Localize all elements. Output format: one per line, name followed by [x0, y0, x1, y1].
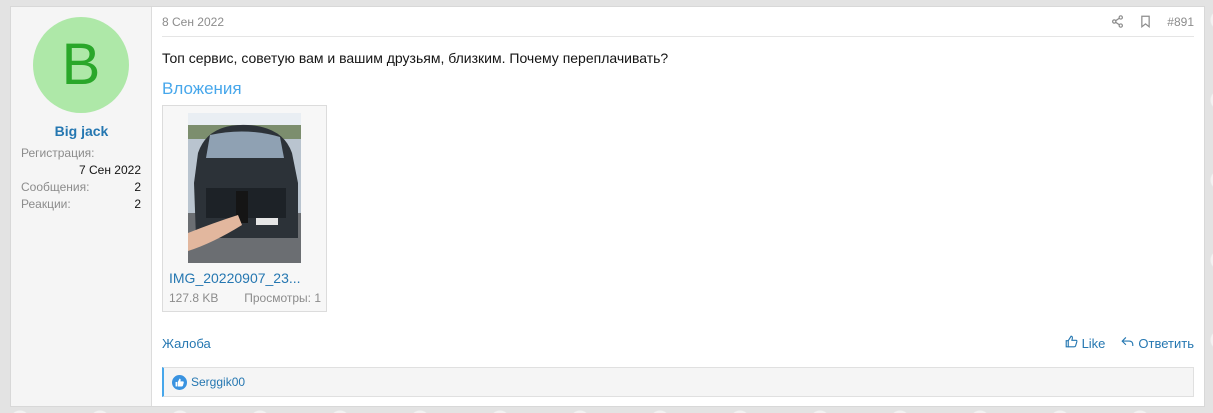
header-actions: #891	[1111, 15, 1194, 29]
attachment-card[interactable]: IMG_20220907_23... 127.8 KB Просмотры: 1	[162, 105, 327, 312]
reactions-label: Реакции:	[21, 197, 71, 211]
reactions-row: Реакции: 2	[21, 196, 141, 213]
post-footer: Жалоба Like Ответить	[162, 335, 1194, 351]
user-info-panel: B Big jack Регистрация: 7 Сен 2022 Сообщ…	[11, 7, 152, 406]
registration-date: 7 Сен 2022	[78, 163, 141, 177]
share-icon[interactable]	[1111, 15, 1124, 28]
reactions-count: 2	[134, 197, 141, 211]
registration-label: Регистрация:	[21, 146, 95, 160]
attachment-name[interactable]: IMG_20220907_23...	[169, 270, 319, 286]
registration-row: Регистрация:	[21, 145, 141, 162]
like-button[interactable]: Like	[1065, 335, 1106, 351]
reply-label: Ответить	[1138, 335, 1194, 351]
messages-row: Сообщения: 2	[21, 179, 141, 196]
thumbs-up-icon	[1065, 335, 1078, 351]
avatar[interactable]: B	[33, 17, 129, 113]
like-reaction-icon	[172, 374, 187, 390]
post-body: 8 Сен 2022 #891 Топ сервис, советую вам …	[152, 7, 1204, 406]
messages-label: Сообщения:	[21, 180, 90, 194]
post-number-link[interactable]: #891	[1167, 15, 1194, 29]
reaction-users-link[interactable]: Serggik00	[191, 375, 245, 389]
post-container: B Big jack Регистрация: 7 Сен 2022 Сообщ…	[10, 6, 1205, 407]
post-date[interactable]: 8 Сен 2022	[162, 15, 224, 29]
attachment-views: Просмотры: 1	[244, 291, 321, 305]
reactions-bar: Serggik00	[162, 367, 1194, 397]
report-link[interactable]: Жалоба	[162, 336, 211, 351]
username-link[interactable]: Big jack	[11, 123, 152, 139]
like-label: Like	[1081, 335, 1106, 351]
attachment-size: 127.8 KB	[169, 291, 219, 305]
reply-button[interactable]: Ответить	[1121, 335, 1194, 351]
bookmark-icon[interactable]	[1140, 15, 1151, 28]
messages-count: 2	[134, 180, 141, 194]
attachments-title: Вложения	[162, 79, 242, 98]
user-stats: Регистрация: 7 Сен 2022 Сообщения: 2 Реа…	[21, 145, 141, 213]
attachment-meta: 127.8 KB Просмотры: 1	[169, 291, 321, 305]
message-text: Топ сервис, советую вам и вашим друзьям,…	[162, 50, 669, 66]
footer-actions: Like Ответить	[1065, 335, 1194, 351]
reply-icon	[1121, 335, 1134, 351]
post-header: 8 Сен 2022 #891	[162, 7, 1194, 37]
attachment-thumbnail[interactable]	[188, 113, 301, 263]
